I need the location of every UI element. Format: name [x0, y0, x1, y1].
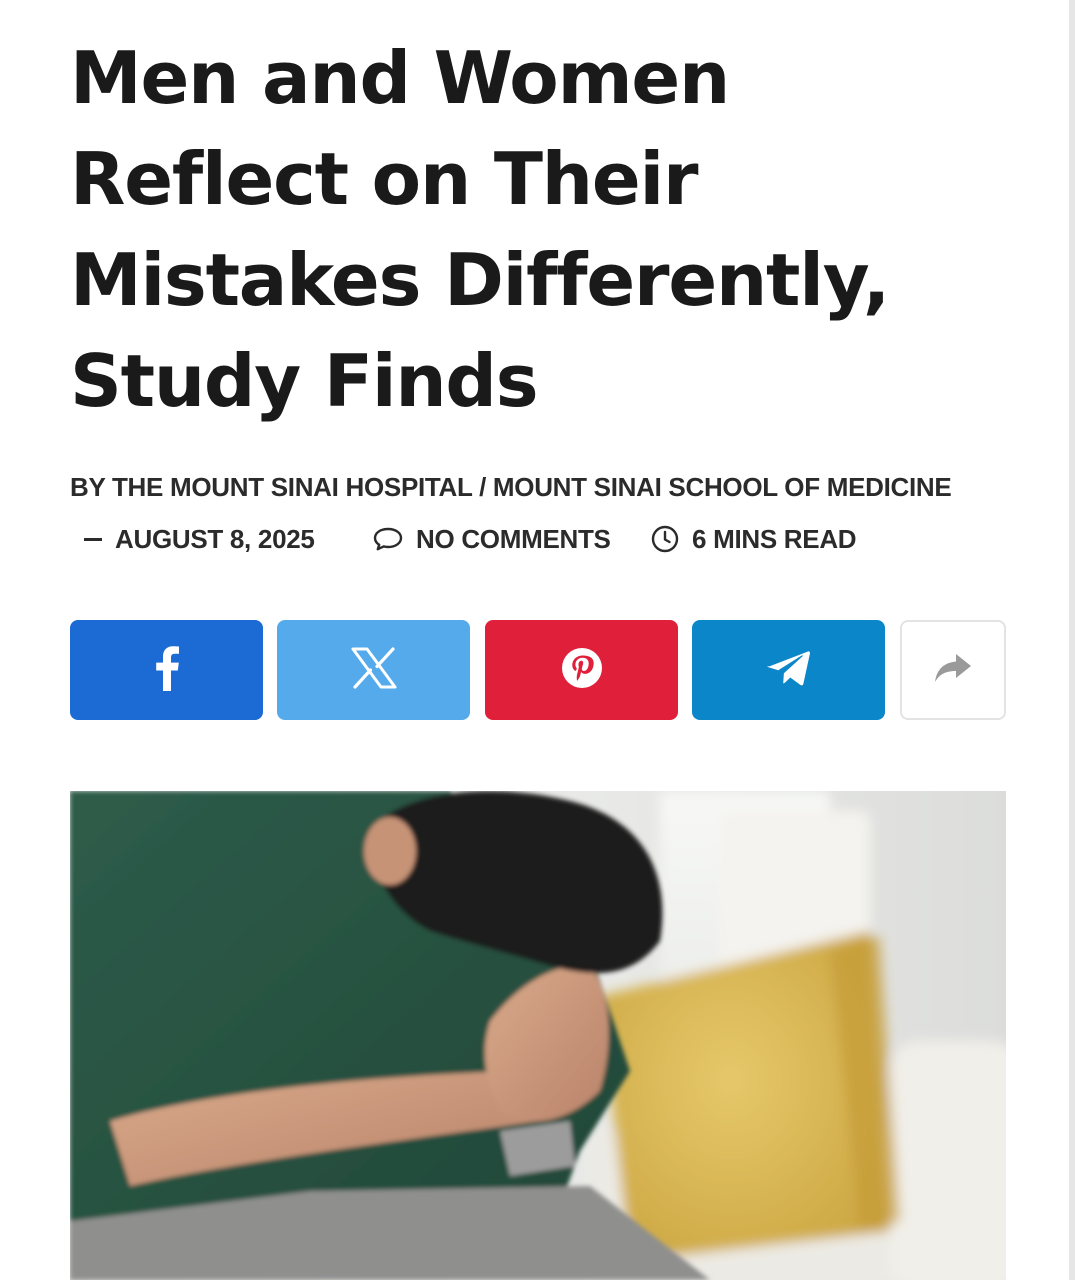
page-edge-rule: [1069, 0, 1075, 1280]
hero-image: [70, 791, 1006, 1280]
read-time: 6 MINS READ: [692, 523, 857, 554]
dash-separator: [84, 537, 102, 541]
comment-icon: [372, 526, 404, 552]
share-bar: [70, 620, 1006, 720]
clock-icon: [650, 524, 680, 554]
title-line: Men and Women: [70, 36, 730, 120]
telegram-icon: [766, 649, 811, 691]
share-pinterest-button[interactable]: [485, 620, 678, 720]
hero-photo: [70, 791, 1006, 1280]
pinterest-icon: [560, 646, 604, 694]
meta-date: AUGUST 8, 2025: [84, 522, 315, 556]
article: Men and Women Reflect on Their Mistakes …: [70, 0, 1006, 1280]
facebook-icon: [154, 645, 180, 695]
x-icon: [351, 647, 397, 693]
share-facebook-button[interactable]: [70, 620, 263, 720]
title-line: Study Finds: [70, 339, 539, 423]
title-line: Mistakes Differently,: [70, 238, 890, 322]
article-title: Men and Women Reflect on Their Mistakes …: [70, 28, 1006, 432]
share-telegram-button[interactable]: [692, 620, 885, 720]
share-more-button[interactable]: [900, 620, 1006, 720]
comments-count: NO COMMENTS: [416, 523, 611, 554]
share-x-button[interactable]: [277, 620, 470, 720]
author-byline[interactable]: BY THE MOUNT SINAI HOSPITAL / MOUNT SINA…: [70, 472, 952, 503]
meta-read-time: 6 MINS READ: [650, 522, 857, 556]
title-line: Reflect on Their: [70, 137, 698, 221]
share-forward-icon: [933, 652, 973, 688]
publish-date: AUGUST 8, 2025: [115, 523, 315, 554]
meta-comments[interactable]: NO COMMENTS: [372, 522, 611, 556]
